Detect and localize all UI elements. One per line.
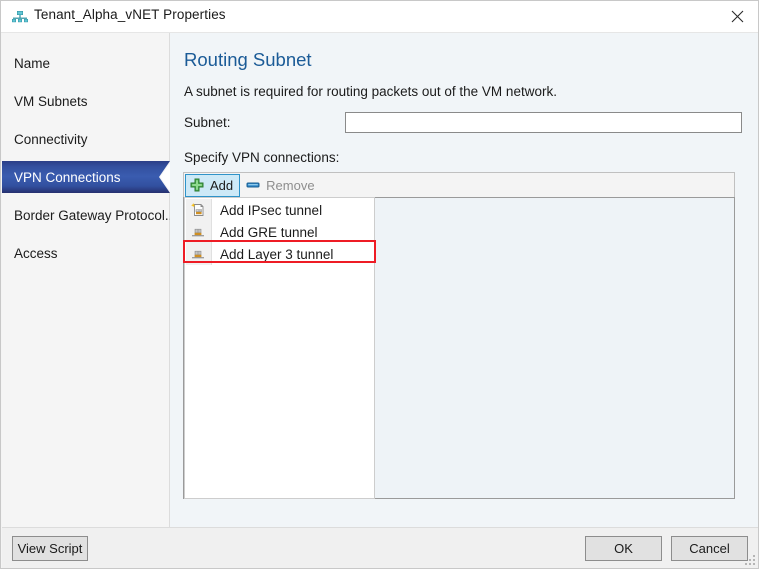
sidebar-item-access[interactable]: Access: [2, 237, 170, 269]
properties-dialog: Tenant_Alpha_vNET Properties Name VM Sub…: [0, 0, 759, 569]
tunnel-icon: [190, 246, 206, 262]
content-pane: Routing Subnet A subnet is required for …: [170, 33, 758, 527]
add-button[interactable]: Add: [185, 173, 241, 197]
menu-item-add-gre-tunnel[interactable]: Add GRE tunnel: [186, 221, 375, 243]
subnet-row: Subnet:: [184, 112, 742, 134]
plus-icon: [189, 177, 205, 193]
sidebar-item-vpn-connections[interactable]: VPN Connections: [2, 161, 170, 193]
ok-button[interactable]: OK: [585, 536, 662, 561]
menu-item-label: Add IPsec tunnel: [220, 202, 323, 218]
resize-grip-icon[interactable]: [744, 553, 756, 565]
sidebar-item-label: Access: [14, 245, 58, 261]
sidebar-item-connectivity[interactable]: Connectivity: [2, 123, 170, 155]
cancel-button[interactable]: Cancel: [671, 536, 748, 561]
list-toolbar: Add Remove: [183, 172, 735, 197]
vpn-connections-group: Add Remove Add IPsec tunnel Add GRE tunn…: [183, 172, 735, 499]
subnet-input[interactable]: [345, 112, 742, 133]
network-vnet-icon: [11, 8, 29, 26]
minus-icon: [245, 177, 261, 193]
page-title: Routing Subnet: [184, 49, 312, 70]
menu-item-label: Add GRE tunnel: [220, 224, 318, 240]
sidebar-item-label: VM Subnets: [14, 93, 88, 109]
sidebar-item-label: Border Gateway Protocol...: [14, 207, 170, 223]
new-tunnel-icon: [190, 202, 206, 218]
remove-button-label: Remove: [266, 177, 315, 193]
menu-item-add-layer-3-tunnel[interactable]: Add Layer 3 tunnel: [186, 243, 375, 265]
sidebar-item-border-gateway-protocol[interactable]: Border Gateway Protocol...: [2, 199, 170, 231]
sidebar: Name VM Subnets Connectivity VPN Connect…: [2, 33, 170, 527]
view-script-button[interactable]: View Script: [12, 536, 88, 561]
page-description: A subnet is required for routing packets…: [184, 84, 557, 99]
window-title: Tenant_Alpha_vNET Properties: [34, 7, 226, 22]
menu-item-label: Add Layer 3 tunnel: [220, 246, 334, 262]
close-button[interactable]: [714, 1, 758, 32]
tunnel-icon: [190, 224, 206, 240]
selection-pointer-icon: [158, 161, 170, 193]
specify-vpn-connections-label: Specify VPN connections:: [184, 150, 340, 165]
title-bar: Tenant_Alpha_vNET Properties: [1, 1, 758, 33]
menu-item-add-ipsec-tunnel[interactable]: Add IPsec tunnel: [186, 199, 375, 221]
subnet-label: Subnet:: [184, 115, 231, 130]
sidebar-item-label: Name: [14, 55, 51, 71]
remove-button[interactable]: Remove: [241, 174, 321, 197]
sidebar-item-name[interactable]: Name: [2, 47, 170, 79]
add-dropdown-menu: Add IPsec tunnel Add GRE tunnel Add Laye…: [184, 197, 375, 499]
sidebar-item-label: Connectivity: [14, 131, 88, 147]
sidebar-item-label: VPN Connections: [14, 169, 121, 185]
sidebar-item-vm-subnets[interactable]: VM Subnets: [2, 85, 170, 117]
close-icon: [731, 10, 743, 23]
dialog-footer: View Script OK Cancel: [2, 527, 758, 568]
add-button-label: Add: [210, 177, 234, 193]
